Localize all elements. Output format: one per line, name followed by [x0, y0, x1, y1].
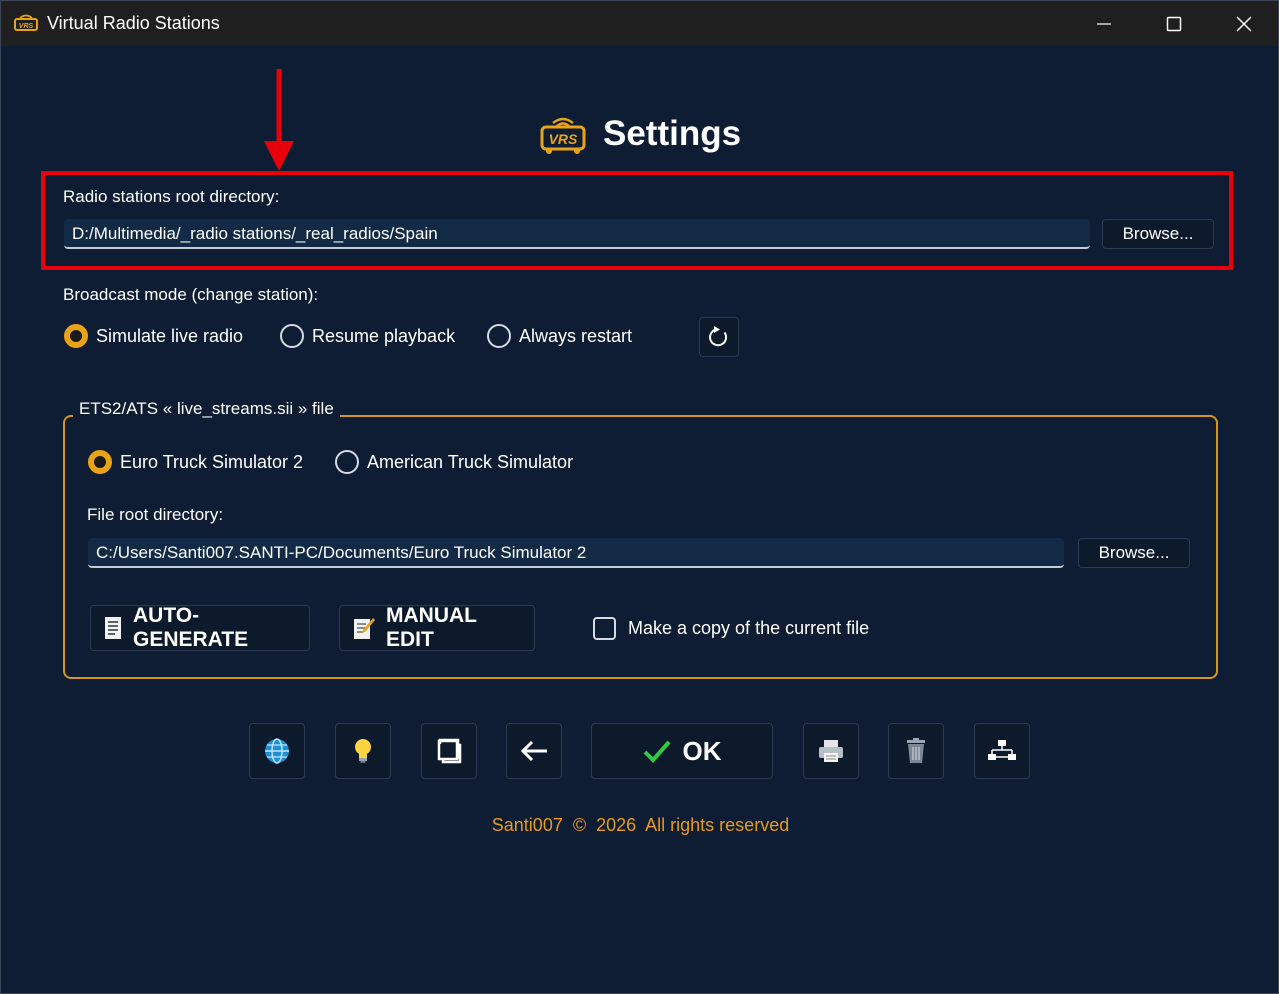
print-button[interactable]	[803, 723, 859, 779]
back-arrow-icon	[520, 740, 547, 762]
close-button[interactable]	[1209, 1, 1279, 46]
file-root-browse-button[interactable]: Browse...	[1078, 538, 1190, 568]
network-icon	[988, 740, 1016, 760]
check-icon	[643, 740, 670, 763]
ok-label: OK	[682, 735, 722, 766]
svg-text:VRS: VRS	[19, 23, 34, 30]
lightbulb-icon	[355, 739, 371, 763]
title-bar: VRS Virtual Radio Stations	[1, 1, 1278, 46]
radio-indicator	[280, 324, 304, 348]
delete-button[interactable]	[888, 723, 944, 779]
checkbox-indicator	[593, 617, 616, 640]
network-button[interactable]	[974, 723, 1030, 779]
radio-always-restart[interactable]: Always restart	[487, 324, 632, 348]
window-title: Virtual Radio Stations	[47, 13, 220, 33]
radio-simulate-live[interactable]: Simulate live radio	[64, 324, 243, 348]
page-title: Settings	[603, 114, 742, 153]
manual-edit-label: MANUAL EDIT	[386, 604, 477, 651]
radio-ats-label: American Truck Simulator	[367, 451, 574, 472]
maximize-icon	[1166, 16, 1182, 31]
radio-indicator	[335, 450, 359, 474]
ok-button[interactable]: OK	[591, 723, 773, 779]
radio-indicator	[487, 324, 511, 348]
copy-file-checkbox[interactable]: Make a copy of the current file	[593, 617, 869, 640]
app-logo-icon: VRS	[14, 14, 38, 31]
maximize-button[interactable]	[1139, 1, 1209, 46]
window-mode-button[interactable]	[421, 723, 477, 779]
globe-icon	[265, 738, 289, 764]
printer-icon	[819, 740, 843, 762]
copy-file-label: Make a copy of the current file	[628, 618, 870, 638]
radio-indicator-selected	[88, 450, 112, 474]
tips-button[interactable]	[335, 723, 391, 779]
app-window: VRS Virtual Radio Stations VRS Settings	[0, 0, 1279, 994]
window-icon	[437, 738, 462, 764]
radio-indicator-selected	[64, 324, 88, 348]
auto-generate-button[interactable]: AUTO-GENERATE	[90, 604, 310, 651]
broadcast-mode-label: Broadcast mode (change station):	[63, 285, 319, 304]
radio-root-browse-button[interactable]: Browse...	[1102, 219, 1214, 249]
radio-root-label: Radio stations root directory:	[63, 187, 280, 206]
memo-pencil-icon	[354, 618, 375, 639]
radio-root-input[interactable]: D:/Multimedia/_radio stations/_real_radi…	[64, 219, 1090, 249]
back-button[interactable]	[506, 723, 562, 779]
close-icon	[1236, 15, 1252, 32]
reset-broadcast-button[interactable]	[699, 317, 739, 357]
annotation-arrow-icon	[264, 69, 294, 171]
refresh-icon	[709, 326, 728, 347]
radio-ets2-label: Euro Truck Simulator 2	[120, 451, 304, 472]
copyright-footer: Santi007 © 2026 All rights reserved	[491, 815, 790, 835]
settings-header: VRS Settings	[539, 109, 741, 159]
file-root-label: File root directory:	[87, 505, 224, 524]
minimize-icon	[1097, 22, 1111, 25]
radio-ets2[interactable]: Euro Truck Simulator 2	[88, 450, 303, 474]
vrs-logo-icon: VRS	[540, 117, 586, 154]
trash-icon	[907, 738, 925, 763]
radio-resume-playback-label: Resume playback	[312, 325, 456, 346]
radio-resume-playback[interactable]: Resume playback	[280, 324, 455, 348]
radio-always-restart-label: Always restart	[519, 325, 633, 346]
minimize-button[interactable]	[1069, 1, 1139, 46]
svg-text:VRS: VRS	[549, 131, 578, 147]
file-root-input[interactable]: C:/Users/Santi007.SANTI-PC/Documents/Eur…	[88, 538, 1064, 568]
radio-ats[interactable]: American Truck Simulator	[335, 450, 573, 474]
document-icon	[105, 617, 121, 639]
live-streams-group-title: ETS2/ATS « live_streams.sii » file	[73, 399, 340, 419]
manual-edit-button[interactable]: MANUAL EDIT	[339, 604, 535, 651]
radio-simulate-live-label: Simulate live radio	[96, 325, 244, 346]
auto-generate-label: AUTO-GENERATE	[133, 604, 249, 651]
website-button[interactable]	[249, 723, 305, 779]
